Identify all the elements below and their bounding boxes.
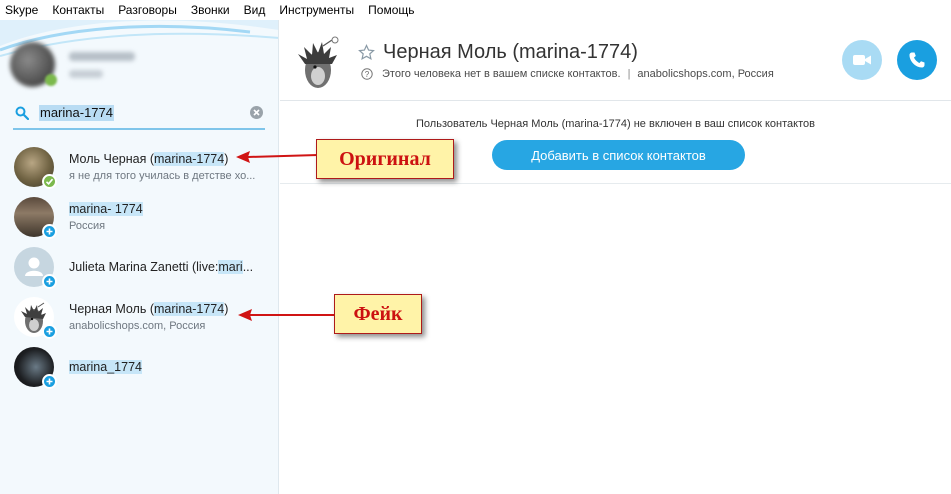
menu-conversations[interactable]: Разговоры	[111, 0, 184, 20]
subtitle-separator: |	[627, 68, 631, 80]
my-status-indicator	[45, 74, 57, 86]
add-contact-icon	[42, 274, 57, 289]
contact-title: Черная Моль (marina-1774)	[358, 41, 638, 64]
contact-avatar	[14, 147, 57, 189]
add-to-contacts-button[interactable]: Добавить в список контактов	[492, 140, 745, 170]
contact-avatar	[14, 197, 57, 239]
video-camera-icon	[853, 55, 871, 65]
phone-icon	[909, 52, 925, 68]
question-icon[interactable]: ?	[361, 68, 373, 80]
menu-help[interactable]: Помощь	[361, 0, 421, 20]
favorite-star-icon[interactable]	[358, 44, 375, 61]
conversation-panel: Черная Моль (marina-1774) ? Этого челове…	[280, 20, 951, 494]
add-contact-icon	[42, 324, 57, 339]
contact-mood: я не для того училась в детстве хо...	[69, 169, 256, 182]
contact-avatar	[14, 297, 57, 339]
menu-contacts[interactable]: Контакты	[45, 0, 111, 20]
contact-avatar	[14, 247, 57, 289]
skype-window: Skype Контакты Разговоры Звонки Вид Инст…	[0, 0, 951, 494]
arrow-annotation-original	[236, 151, 319, 163]
menu-calls[interactable]: Звонки	[184, 0, 237, 20]
contact-name: Julieta Marina Zanetti (live:mari...	[69, 259, 254, 274]
conversation-subtitle: ? Этого человека нет в вашем списке конт…	[361, 68, 774, 80]
menu-tools[interactable]: Инструменты	[272, 0, 361, 20]
my-profile[interactable]	[10, 42, 135, 87]
menu-view[interactable]: Вид	[237, 0, 273, 20]
arrow-annotation-fake	[238, 309, 334, 321]
sidebar: marina-1774 Моль Черная (marina-1774) я …	[0, 20, 279, 494]
contact-location: Россия	[69, 219, 106, 232]
contact-search[interactable]: marina-1774	[13, 98, 265, 130]
online-status-icon	[42, 174, 57, 189]
contact-item[interactable]: Julieta Marina Zanetti (live:mari...	[0, 242, 278, 292]
my-profile-name-blurred	[69, 51, 135, 78]
menu-bar: Skype Контакты Разговоры Звонки Вид Инст…	[0, 0, 951, 20]
conversation-header: Черная Моль (marina-1774) ? Этого челове…	[280, 20, 951, 101]
contact-list: Моль Черная (marina-1774) я не для того …	[0, 142, 278, 392]
add-contact-icon	[42, 374, 57, 389]
annotation-original: Оригинал	[316, 139, 454, 179]
contact-name: marina- 1774	[69, 201, 143, 216]
notice-message: Пользователь Черная Моль (marina-1774) н…	[416, 118, 815, 130]
add-contact-icon	[42, 224, 57, 239]
search-input[interactable]: marina-1774	[39, 105, 114, 121]
contact-item[interactable]: marina_1774	[0, 342, 278, 392]
annotation-fake: Фейк	[334, 294, 422, 334]
svg-text:?: ?	[365, 70, 370, 79]
clear-search-icon[interactable]	[250, 106, 263, 119]
menu-skype[interactable]: Skype	[0, 0, 45, 20]
contact-item[interactable]: marina- 1774 Россия	[0, 192, 278, 242]
conversation-title: Черная Моль (marina-1774)	[383, 41, 638, 63]
video-call-button[interactable]	[842, 40, 882, 80]
search-icon	[15, 106, 29, 120]
contact-avatar	[14, 347, 57, 389]
contact-name: marina_1774	[69, 359, 142, 374]
contact-location: anabolicshops.com, Россия	[637, 68, 774, 80]
not-in-contacts-note: Этого человека нет в вашем списке контак…	[382, 68, 621, 80]
hedgehog-avatar-icon[interactable]	[290, 34, 348, 92]
audio-call-button[interactable]	[897, 40, 937, 80]
